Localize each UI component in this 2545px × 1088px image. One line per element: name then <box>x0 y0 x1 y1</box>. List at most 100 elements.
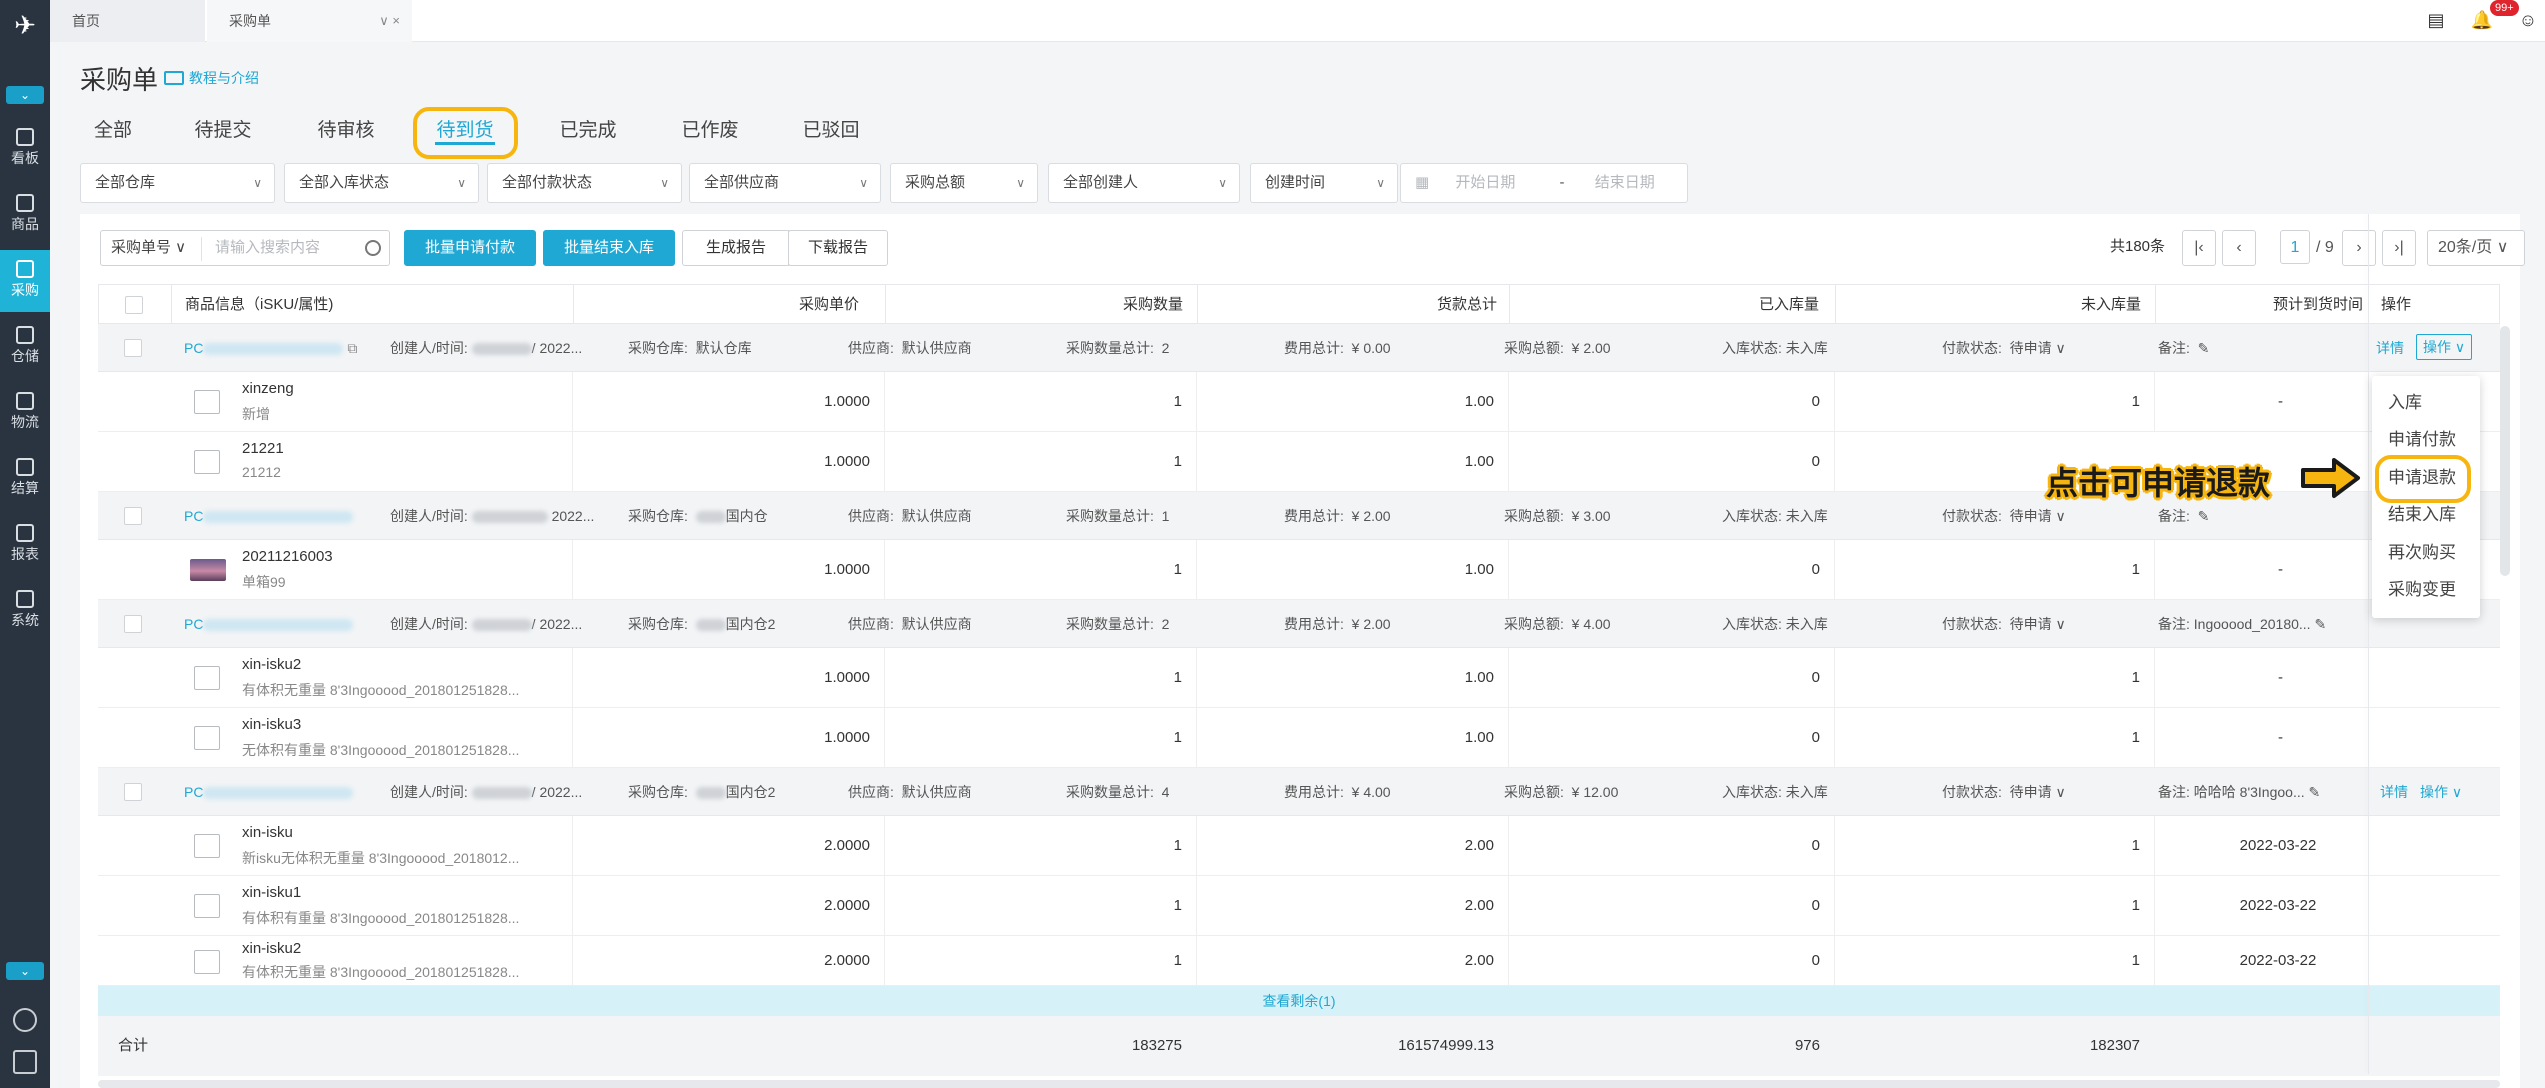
tab-completed[interactable]: 已完成 <box>558 115 618 145</box>
tab-voided[interactable]: 已作废 <box>680 115 740 145</box>
sidebar-item-products[interactable]: 商品 <box>0 184 50 246</box>
page-size-select[interactable]: 20条/页 ∨ <box>2427 230 2525 266</box>
search-icon[interactable] <box>365 240 381 256</box>
tab-home[interactable]: 首页 <box>50 0 205 42</box>
unit-price: 1.0000 <box>824 561 870 578</box>
select-all-checkbox[interactable] <box>125 296 143 314</box>
expand-icon[interactable]: ⌄ <box>6 962 44 980</box>
inbound-status-filter[interactable]: 全部入库状态 ∨ <box>284 163 479 203</box>
operation-dropdown-button[interactable]: 操作 ∨ <box>2420 768 2462 816</box>
generate-report-button[interactable]: 生成报告 <box>682 230 790 266</box>
table-row: xin-isku1 有体积有重量 8'3Ingooood_20180125182… <box>98 876 2500 936</box>
gift-icon[interactable] <box>13 1050 37 1074</box>
menu-item-inbound[interactable]: 入库 <box>2388 390 2422 416</box>
supplier-filter[interactable]: 全部供应商 ∨ <box>689 163 881 203</box>
detail-link[interactable]: 详情 <box>2380 768 2408 816</box>
vertical-scrollbar[interactable] <box>2500 326 2510 576</box>
pay-status-value[interactable]: 待申请 <box>2010 340 2052 356</box>
menu-item-repurchase[interactable]: 再次购买 <box>2388 540 2456 566</box>
help-icon[interactable] <box>13 1008 37 1032</box>
next-page-button[interactable]: › <box>2342 230 2376 266</box>
start-date-input[interactable]: 开始日期 <box>1455 174 1515 191</box>
page-input[interactable]: 1 <box>2280 230 2310 264</box>
batch-pay-button[interactable]: 批量申请付款 <box>404 230 536 266</box>
remark-label: 备注: <box>2158 508 2190 524</box>
collapse-icon[interactable]: ⌄ <box>6 86 44 104</box>
tab-all[interactable]: 全部 <box>93 115 133 145</box>
page-count: / 9 <box>2316 239 2334 256</box>
sidebar-item-warehouse[interactable]: 仓储 <box>0 316 50 378</box>
row-checkbox[interactable] <box>124 507 142 525</box>
received: 0 <box>1811 729 1820 746</box>
sidebar-item-system[interactable]: 系统 <box>0 580 50 642</box>
total-amount-filter[interactable]: 采购总额 ∨ <box>890 163 1038 203</box>
date-range-picker[interactable]: ▦ 开始日期 - 结束日期 <box>1400 163 1688 203</box>
edit-icon[interactable]: ✎ <box>2314 616 2326 632</box>
creator-label: 创建人/时间: <box>390 616 468 632</box>
divider <box>1508 432 1509 492</box>
po-number-link[interactable]: PC <box>184 492 354 540</box>
menu-item-finish-inbound[interactable]: 结束入库 <box>2388 502 2456 528</box>
divider <box>884 432 885 492</box>
divider <box>2154 540 2155 600</box>
tutorial-link[interactable]: 教程与介绍 <box>164 68 259 88</box>
sidebar-item-dashboard[interactable]: 看板 <box>0 118 50 180</box>
tab-pending-review[interactable]: 待审核 <box>316 115 376 145</box>
edit-icon[interactable]: ✎ <box>2198 508 2210 524</box>
pay-status-value[interactable]: 待申请 <box>2010 616 2052 632</box>
logo-icon[interactable]: ✈ <box>8 8 42 42</box>
row-checkbox[interactable] <box>124 783 142 801</box>
sidebar-item-purchase[interactable]: 采购 <box>0 250 50 312</box>
prev-page-button[interactable]: ‹ <box>2222 230 2256 266</box>
row-checkbox[interactable] <box>124 615 142 633</box>
received: 0 <box>1811 897 1820 914</box>
warehouse-icon <box>16 326 34 344</box>
operation-dropdown-button[interactable]: 操作 ∨ <box>2416 334 2473 360</box>
payment-status-filter[interactable]: 全部付款状态 ∨ <box>487 163 682 203</box>
sidebar-item-logistics[interactable]: 物流 <box>0 382 50 444</box>
avatar[interactable]: ☺ <box>2516 8 2540 32</box>
detail-link[interactable]: 详情 <box>2376 324 2404 372</box>
tab-purchase[interactable]: 采购单 ∨ × <box>207 0 412 42</box>
pie-chart-icon <box>16 524 34 542</box>
view-more-link[interactable]: 查看剩余(1) <box>98 986 2500 1016</box>
creator-filter[interactable]: 全部创建人 ∨ <box>1048 163 1240 203</box>
sidebar-item-settlement[interactable]: 结算 <box>0 448 50 510</box>
row-checkbox[interactable] <box>124 339 142 357</box>
menu-item-request-payment[interactable]: 申请付款 <box>2388 427 2456 453</box>
divider <box>572 708 573 768</box>
inbound-status-label: 入库状态: <box>1722 508 1782 524</box>
purchase-total-value: ¥ 3.00 <box>1571 508 1611 524</box>
first-page-button[interactable]: |‹ <box>2182 230 2216 266</box>
pay-status-value[interactable]: 待申请 <box>2010 508 2052 524</box>
po-prefix: PC <box>184 340 204 356</box>
task-icon[interactable]: ▤ <box>2424 8 2448 32</box>
po-number-link[interactable]: PC ⧉ <box>184 324 357 372</box>
created-time-select[interactable]: 创建时间 ∨ <box>1250 163 1398 203</box>
divider <box>2155 285 2156 325</box>
tab-rejected[interactable]: 已驳回 <box>801 115 861 145</box>
download-report-button[interactable]: 下载报告 <box>788 230 888 266</box>
sidebar-item-reports[interactable]: 报表 <box>0 514 50 576</box>
tab-close-icon[interactable]: ∨ × <box>379 0 400 42</box>
search-input[interactable]: 请输入搜索内容 <box>215 231 320 265</box>
po-number-link[interactable]: PC <box>184 768 354 816</box>
copy-icon[interactable]: ⧉ <box>347 340 357 356</box>
tab-pending-submit[interactable]: 待提交 <box>193 115 253 145</box>
sidebar-item-label: 物流 <box>11 414 39 430</box>
last-page-button[interactable]: ›| <box>2382 230 2416 266</box>
eta: 2022-03-22 <box>2239 897 2317 914</box>
order-group-row: PC 创建人/时间: / 2022... 采购仓库: 国内仓2 供应商: 默认供… <box>98 768 2500 816</box>
summary-pending: 182307 <box>2089 1037 2140 1054</box>
edit-icon[interactable]: ✎ <box>2198 340 2210 356</box>
divider <box>1196 432 1197 492</box>
warehouse-filter[interactable]: 全部仓库 ∨ <box>80 163 275 203</box>
search-field-select[interactable]: 采购单号 ∨ <box>111 231 186 265</box>
batch-finish-inbound-button[interactable]: 批量结束入库 <box>543 230 675 266</box>
pay-status-value[interactable]: 待申请 <box>2010 784 2052 800</box>
horizontal-scrollbar[interactable] <box>98 1080 2500 1088</box>
po-number-link[interactable]: PC <box>184 600 354 648</box>
end-date-input[interactable]: 结束日期 <box>1595 174 1655 191</box>
edit-icon[interactable]: ✎ <box>2309 784 2321 800</box>
menu-item-purchase-change[interactable]: 采购变更 <box>2388 577 2456 603</box>
